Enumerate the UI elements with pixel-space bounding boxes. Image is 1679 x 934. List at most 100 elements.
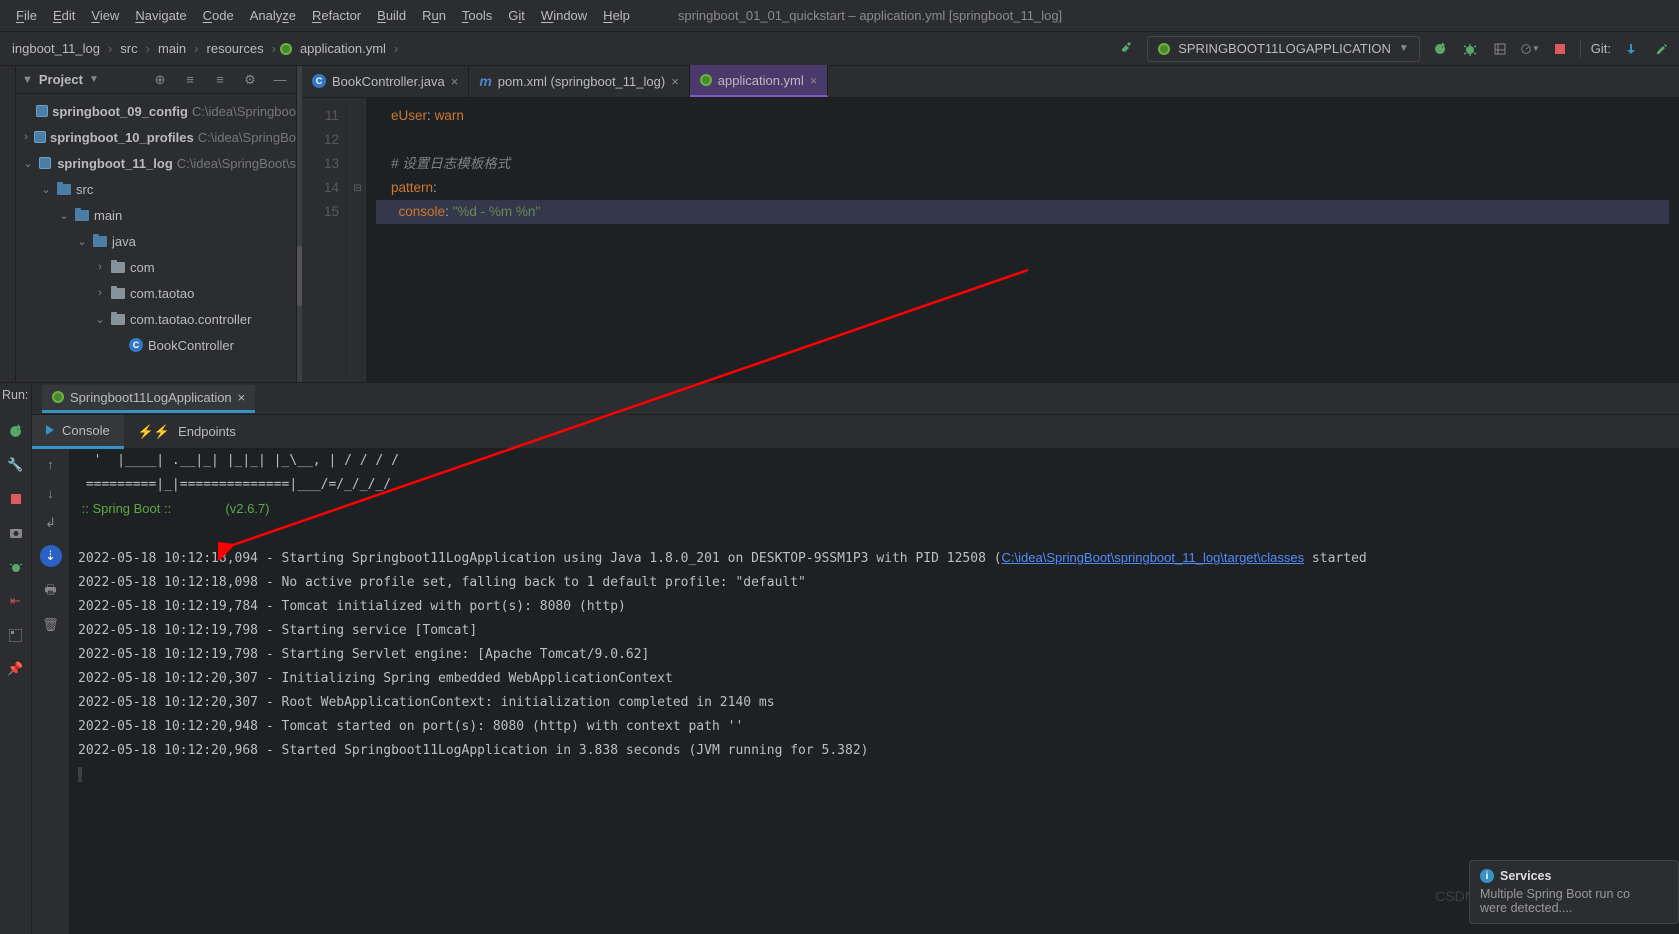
tree-chevron-icon[interactable]: › — [94, 261, 106, 273]
menu-refactor[interactable]: Refactor — [304, 8, 369, 23]
console-icon — [46, 425, 54, 435]
tree-path: C:\idea\Springboo — [192, 104, 296, 119]
menu-run[interactable]: Run — [414, 8, 454, 23]
toast-body: Multiple Spring Boot run co — [1480, 887, 1668, 901]
tree-row[interactable]: ›springboot_10_profiles C:\idea\SpringBo — [16, 124, 296, 150]
editor-tab[interactable]: CBookController.java× — [302, 65, 469, 97]
close-tab-icon[interactable]: × — [671, 74, 679, 89]
tree-chevron-icon[interactable]: ⌄ — [58, 209, 70, 222]
chevron-down-icon[interactable]: ▼ — [22, 74, 33, 86]
soft-wrap-icon[interactable]: ↲ — [45, 515, 56, 531]
crumb[interactable]: application.yml — [296, 41, 390, 56]
close-tab-icon[interactable]: × — [451, 74, 459, 89]
tree-path: C:\idea\SpringBoot\s — [177, 156, 296, 171]
exit-icon[interactable]: ⇤ — [6, 591, 26, 611]
stop-button[interactable] — [6, 489, 26, 509]
tree-row[interactable]: springboot_09_config C:\idea\Springboo — [16, 98, 296, 124]
crumb[interactable]: main — [154, 41, 190, 56]
run-label: Run: — [2, 388, 28, 402]
run-tab[interactable]: Springboot11LogApplication × — [42, 385, 255, 413]
run-config-selector[interactable]: SPRINGBOOT11LOGAPPLICATION ▼ — [1147, 36, 1420, 62]
menu-tools[interactable]: Tools — [454, 8, 500, 23]
menu-navigate[interactable]: Navigate — [127, 8, 194, 23]
update-project-icon[interactable] — [1621, 39, 1641, 59]
chevron-down-icon[interactable]: ▼ — [89, 74, 99, 85]
camera-icon[interactable] — [6, 523, 26, 543]
tree-row[interactable]: ⌄src — [16, 176, 296, 202]
project-title[interactable]: Project — [39, 72, 83, 87]
tree-row[interactable]: CBookController — [16, 332, 296, 358]
hide-icon[interactable]: — — [270, 70, 290, 90]
tree-chevron-icon[interactable]: › — [94, 287, 106, 299]
close-tab-icon[interactable]: × — [810, 73, 818, 88]
toast-body-2: were detected.... — [1480, 901, 1668, 915]
expand-all-icon[interactable]: ≡ — [180, 70, 200, 90]
pin-icon[interactable]: 📌 — [6, 659, 26, 679]
menu-edit[interactable]: Edit — [45, 8, 83, 23]
toolbar-right: SPRINGBOOT11LOGAPPLICATION ▼ ▼ Git: — [1117, 36, 1671, 62]
stop-button[interactable] — [1550, 39, 1570, 59]
close-tab-icon[interactable]: × — [238, 390, 246, 405]
run-subtabs: Console ⚡⚡Endpoints — [32, 415, 1679, 449]
tree-label: java — [112, 234, 136, 249]
collapse-all-icon[interactable]: ≡ — [210, 70, 230, 90]
tree-label: springboot_09_config — [52, 104, 188, 119]
down-icon[interactable]: ↓ — [47, 486, 54, 501]
commit-icon[interactable] — [1651, 39, 1671, 59]
editor-tab[interactable]: mpom.xml (springboot_11_log)× — [469, 65, 689, 97]
crumb[interactable]: resources — [203, 41, 268, 56]
profiler-icon[interactable]: ▼ — [1520, 39, 1540, 59]
tree-label: BookController — [148, 338, 234, 353]
git-label: Git: — [1591, 41, 1611, 56]
settings-gear-icon[interactable]: ⚙ — [240, 70, 260, 90]
services-notification[interactable]: i Services Multiple Spring Boot run co w… — [1469, 860, 1679, 924]
debug-restart-icon[interactable] — [6, 557, 26, 577]
build-hammer-icon[interactable] — [1117, 39, 1137, 59]
console-tab[interactable]: Console — [32, 415, 124, 449]
run-left-toolbar: 🔧 ⇤ 📌 — [0, 383, 32, 934]
tree-path: C:\idea\SpringBo — [198, 130, 296, 145]
menu-file[interactable]: File — [8, 8, 45, 23]
debug-icon[interactable] — [1460, 39, 1480, 59]
wrench-icon[interactable]: 🔧 — [6, 455, 26, 475]
console-output[interactable]: ' |____| .__|_| |_|_| |_\__, | / / / / =… — [70, 449, 1679, 934]
tab-label: application.yml — [718, 73, 804, 88]
tree-row[interactable]: ›com.taotao — [16, 280, 296, 306]
project-tree: springboot_09_config C:\idea\Springboo›s… — [16, 94, 296, 422]
console-tab[interactable]: ⚡⚡Endpoints — [124, 415, 250, 449]
crumb[interactable]: ingboot_11_log — [8, 41, 104, 56]
layout-icon[interactable] — [6, 625, 26, 645]
scroll-to-end-icon[interactable]: ⇣ — [40, 545, 62, 567]
project-header: ▼ Project ▼ ⊕ ≡ ≡ ⚙ — — [16, 66, 296, 94]
module-icon — [34, 129, 46, 145]
code-area[interactable]: eUser: warn # 设置日志模板格式 pattern: console:… — [366, 98, 1679, 394]
coverage-icon[interactable] — [1490, 39, 1510, 59]
tree-chevron-icon[interactable]: ⌄ — [76, 235, 88, 248]
tree-row[interactable]: ⌄springboot_11_log C:\idea\SpringBoot\s — [16, 150, 296, 176]
subtab-label: Console — [62, 423, 110, 438]
rerun-icon[interactable] — [6, 421, 26, 441]
rerun-icon[interactable] — [1430, 39, 1450, 59]
tree-chevron-icon[interactable]: › — [22, 131, 30, 143]
menu-window[interactable]: Window — [533, 8, 595, 23]
clear-icon[interactable]: 🗑 — [42, 617, 59, 633]
menu-help[interactable]: Help — [595, 8, 638, 23]
tree-row[interactable]: ⌄main — [16, 202, 296, 228]
menu-code[interactable]: Code — [195, 8, 242, 23]
tree-row[interactable]: ›com — [16, 254, 296, 280]
menu-view[interactable]: View — [83, 8, 127, 23]
print-icon[interactable]: 🖶 — [44, 581, 56, 603]
tree-chevron-icon[interactable]: ⌄ — [40, 183, 52, 196]
editor-tab[interactable]: application.yml × — [690, 65, 829, 97]
tree-row[interactable]: ⌄com.taotao.controller — [16, 306, 296, 332]
tree-row[interactable]: ⌄ java — [16, 228, 296, 254]
tree-chevron-icon[interactable]: ⌄ — [22, 157, 34, 170]
menu-analyze[interactable]: Analyze — [242, 8, 304, 23]
menu-git[interactable]: Git — [500, 8, 533, 23]
up-icon[interactable]: ↑ — [47, 457, 54, 472]
crumb[interactable]: src — [116, 41, 141, 56]
tree-chevron-icon[interactable]: ⌄ — [94, 313, 106, 326]
toast-title: Services — [1500, 869, 1551, 883]
menu-build[interactable]: Build — [369, 8, 414, 23]
select-opened-file-icon[interactable]: ⊕ — [150, 70, 170, 90]
